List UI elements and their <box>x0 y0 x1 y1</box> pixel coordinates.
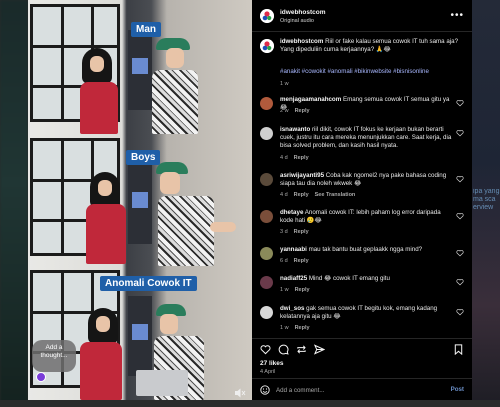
audio-label[interactable]: Original audio <box>280 18 314 24</box>
post-date: 4 April <box>260 369 276 375</box>
repost-icon[interactable] <box>296 344 307 355</box>
comment-username[interactable]: yannaabi <box>280 246 307 253</box>
video-caption-man: Man <box>131 22 161 37</box>
bookmark-save-icon[interactable] <box>453 344 464 355</box>
caption-author-avatar[interactable] <box>260 39 274 53</box>
heart-icon[interactable] <box>456 249 464 257</box>
share-send-icon[interactable] <box>314 344 325 355</box>
comment-username[interactable]: dwi_sos <box>280 305 304 312</box>
comment-time: 1 w <box>280 287 289 293</box>
heart-icon[interactable] <box>456 278 464 286</box>
comment-text: Anomali cowok IT: lebih paham log error … <box>280 209 441 225</box>
commenter-avatar[interactable] <box>260 173 273 186</box>
commenter-avatar[interactable] <box>260 306 273 319</box>
reply-button[interactable]: Reply <box>295 108 310 114</box>
action-bar <box>252 338 472 358</box>
caption-username[interactable]: idwebhostcom <box>280 38 323 45</box>
caption-hashtags[interactable]: #anakit #cowokit #anomali #bikinwebsite … <box>280 68 466 76</box>
video-caption-anomali: Anomali Cowok IT <box>100 276 197 291</box>
commenter-avatar[interactable] <box>260 127 273 140</box>
comment-text: gak semua cowok IT begitu kok, emang kad… <box>280 305 438 321</box>
heart-icon[interactable] <box>456 308 464 316</box>
thought-avatar <box>36 372 46 382</box>
post-header: idwebhostcom Original audio ••• <box>252 0 472 32</box>
author-avatar[interactable] <box>260 9 274 23</box>
blurred-background-text: ipa yang ma sca erview <box>473 188 500 211</box>
caption-time: 1 w <box>280 81 289 87</box>
video-panel-boys: Boys <box>28 134 252 266</box>
blurred-left-background <box>0 0 28 407</box>
speaker-muted-icon[interactable] <box>234 387 246 399</box>
like-heart-icon[interactable] <box>260 344 271 355</box>
comment-time: 6 d <box>280 258 288 264</box>
add-comment-input[interactable] <box>276 384 426 396</box>
commenter-avatar[interactable] <box>260 247 273 260</box>
post-comment-button[interactable]: Post <box>451 386 464 393</box>
emoji-icon[interactable] <box>260 385 270 395</box>
comment-time: 4 d <box>280 192 288 198</box>
video-panel-anomali: Anomali Cowok IT <box>28 266 252 400</box>
reply-button[interactable]: Reply <box>295 325 310 331</box>
reply-button[interactable]: Reply <box>294 192 309 198</box>
comment-time: 1 w <box>280 325 289 331</box>
caption-text: idwebhostcom Riil or fake kalau semua co… <box>280 38 466 54</box>
see-translation-button[interactable]: See Translation <box>315 192 356 198</box>
heart-icon[interactable] <box>456 99 464 107</box>
comment-time: 2 w <box>280 108 289 114</box>
heart-icon[interactable] <box>456 212 464 220</box>
comment-text: mau tak bantu buat geplaakk ngga mind? <box>308 246 423 253</box>
comment-username[interactable]: menjagaamanahcom <box>280 96 341 103</box>
reply-button[interactable]: Reply <box>294 155 309 161</box>
reply-button[interactable]: Reply <box>294 229 309 235</box>
video-panel-man: Man <box>28 0 252 134</box>
commenter-avatar[interactable] <box>260 97 273 110</box>
comment-composer: Post <box>252 378 472 400</box>
comment-username[interactable]: asriwijayanti95 <box>280 172 324 179</box>
bottom-strip <box>0 400 500 407</box>
comment-username[interactable]: nadiaff25 <box>280 275 307 282</box>
comment-username[interactable]: isnawanto <box>280 126 310 133</box>
commenter-avatar[interactable] <box>260 276 273 289</box>
comment-time: 4 d <box>280 155 288 161</box>
commenter-avatar[interactable] <box>260 210 273 223</box>
comment-username[interactable]: dhetaye <box>280 209 303 216</box>
comment-text: Mind 😂 cowok IT emang gitu <box>308 275 390 282</box>
add-thought-bubble[interactable]: Add a thought... <box>32 340 76 372</box>
comment-bubble-icon[interactable] <box>278 344 289 355</box>
post-sidebar: idwebhostcom Original audio ••• idwebhos… <box>252 0 472 400</box>
reply-button[interactable]: Reply <box>294 258 309 264</box>
video-caption-boys: Boys <box>126 150 161 165</box>
heart-icon[interactable] <box>456 175 464 183</box>
more-options-icon[interactable]: ••• <box>450 11 464 21</box>
comment-time: 3 d <box>280 229 288 235</box>
heart-icon[interactable] <box>456 129 464 137</box>
like-count[interactable]: 27 likes <box>260 360 284 367</box>
author-username[interactable]: idwebhostcom <box>280 9 326 16</box>
reply-button[interactable]: Reply <box>295 287 310 293</box>
